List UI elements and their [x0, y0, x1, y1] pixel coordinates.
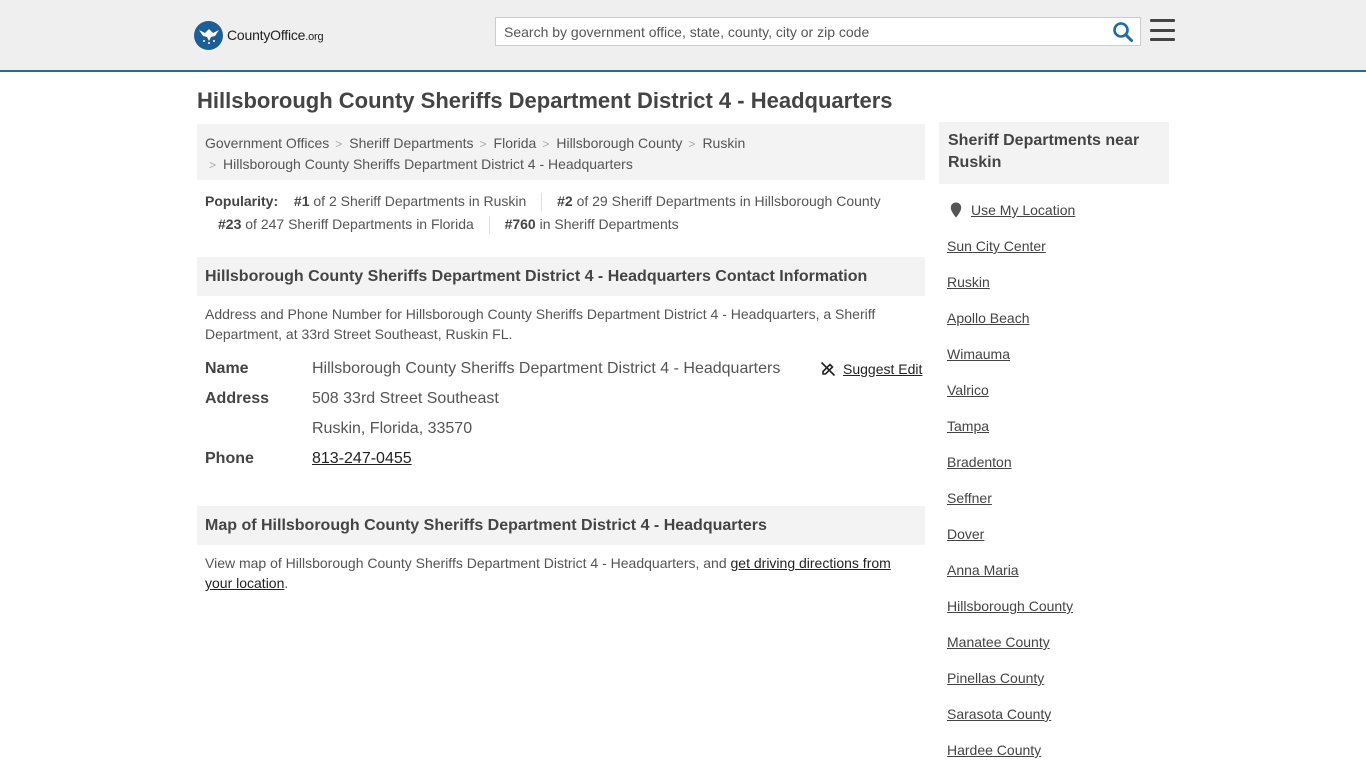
eagle-logo-icon — [194, 20, 223, 50]
sidebar-item-ruskin[interactable]: Ruskin — [947, 266, 990, 298]
phone-link[interactable]: 813-247-0455 — [312, 444, 412, 474]
breadcrumb-separator-icon: > — [209, 158, 217, 172]
breadcrumb-separator-icon: > — [688, 137, 696, 151]
sidebar-item-tampa[interactable]: Tampa — [947, 410, 989, 442]
sidebar-item-label: Apollo Beach — [947, 310, 1030, 326]
popularity-text: of 29 Sheriff Departments in Hillsboroug… — [572, 193, 881, 209]
sidebar-item-label: Bradenton — [947, 454, 1012, 470]
name-value: Hillsborough County Sheriffs Department … — [312, 360, 781, 377]
popularity-rank: #760 — [504, 216, 536, 232]
breadcrumb-separator-icon: > — [335, 137, 343, 151]
sidebar-item-label: Anna Maria — [947, 562, 1019, 578]
popularity-text: in Sheriff Departments — [535, 216, 679, 232]
logo-text-tld: .org — [305, 31, 324, 43]
menu-bar — [1150, 38, 1175, 41]
sidebar-item-manatee-county[interactable]: Manatee County — [947, 626, 1050, 658]
popularity-rank: #1 — [293, 193, 310, 209]
phone-label: Phone — [205, 450, 254, 467]
sidebar-item-label: Hardee County — [947, 742, 1042, 758]
popularity-text: of 2 Sheriff Departments in Ruskin — [309, 193, 527, 209]
suggest-edit-button[interactable]: Suggest Edit — [820, 356, 922, 382]
logo-text: CountyOffice.org — [227, 27, 324, 43]
breadcrumb-ruskin[interactable]: Ruskin — [702, 135, 745, 151]
popularity-text: of 247 Sheriff Departments in Florida — [241, 216, 474, 232]
sidebar-item-label: Manatee County — [947, 634, 1050, 650]
suggest-edit-label: Suggest Edit — [843, 361, 923, 377]
divider — [541, 193, 543, 212]
edit-off-icon — [820, 361, 836, 377]
hamburger-menu-icon[interactable] — [1150, 19, 1175, 41]
breadcrumb-government-offices[interactable]: Government Offices — [205, 135, 329, 151]
breadcrumb-florida[interactable]: Florida — [494, 135, 537, 151]
contact-heading: Hillsborough County Sheriffs Department … — [197, 257, 925, 296]
sidebar-item-hillsborough-county[interactable]: Hillsborough County — [947, 590, 1073, 622]
use-my-location-label: Use My Location — [971, 202, 1076, 218]
logo-text-main: CountyOffice — [227, 27, 306, 43]
map-description-text: View map of Hillsborough County Sheriffs… — [205, 555, 731, 571]
divider — [488, 216, 490, 235]
menu-bar — [1150, 19, 1175, 22]
popularity-item: #1 of 2 Sheriff Departments in Ruskin — [294, 190, 526, 213]
sidebar-item-sun-city-center[interactable]: Sun City Center — [947, 230, 1046, 262]
search-icon — [1113, 22, 1133, 42]
sidebar-item-anna-maria[interactable]: Anna Maria — [947, 554, 1019, 586]
sidebar-item-valrico[interactable]: Valrico — [947, 374, 989, 406]
name-label: Name — [205, 360, 249, 377]
use-my-location-button[interactable]: Use My Location — [947, 194, 1075, 226]
address-line-2: Ruskin, Florida, 33570 — [312, 420, 473, 437]
sidebar-item-hardee-county[interactable]: Hardee County — [947, 734, 1041, 766]
breadcrumb-hillsborough-county[interactable]: Hillsborough County — [556, 135, 682, 151]
breadcrumb: Government Offices > Sheriff Departments > F… — [197, 124, 925, 180]
map-heading: Map of Hillsborough County Sheriffs Depa… — [197, 506, 925, 545]
popularity-rank: #23 — [218, 216, 242, 232]
popularity-label: Popularity: — [205, 193, 279, 209]
sidebar-item-wimauma[interactable]: Wimauma — [947, 338, 1010, 370]
sidebar-item-label: Wimauma — [947, 346, 1011, 362]
popularity-item: #760 in Sheriff Departments — [505, 213, 679, 236]
popularity-section: Popularity: #1 of 2 Sheriff Departments … — [205, 190, 925, 236]
popularity-rank: #2 — [557, 193, 573, 209]
sidebar-item-label: Hillsborough County — [947, 598, 1074, 614]
sidebar-item-label: Valrico — [947, 382, 989, 398]
breadcrumb-separator-icon: > — [479, 137, 487, 151]
location-pin-icon — [950, 202, 962, 218]
sidebar-item-label: Ruskin — [947, 274, 990, 290]
address-label: Address — [205, 390, 270, 407]
contact-row-name: Name Hillsborough County Sheriffs Depart… — [205, 354, 925, 384]
site-header: CountyOffice.org — [0, 0, 1366, 72]
breadcrumb-sheriff-departments[interactable]: Sheriff Departments — [349, 135, 473, 151]
site-logo[interactable]: CountyOffice.org — [194, 20, 324, 50]
map-description: View map of Hillsborough County Sheriffs… — [205, 553, 917, 593]
sidebar-item-sarasota-county[interactable]: Sarasota County — [947, 698, 1051, 730]
sidebar-item-bradenton[interactable]: Bradenton — [947, 446, 1012, 478]
sidebar-item-label: Tampa — [947, 418, 990, 434]
menu-bar — [1150, 28, 1175, 32]
contact-description: Address and Phone Number for Hillsboroug… — [205, 306, 876, 342]
address-line-1: 508 33rd Street Southeast — [312, 390, 499, 407]
sidebar-item-apollo-beach[interactable]: Apollo Beach — [947, 302, 1030, 334]
page-title: Hillsborough County Sheriffs Department … — [197, 88, 893, 113]
sidebar-item-dover[interactable]: Dover — [947, 518, 984, 550]
popularity-item: #23 of 247 Sheriff Departments in Florid… — [218, 213, 474, 236]
breadcrumb-current: Hillsborough County Sheriffs Department … — [223, 156, 633, 172]
search-box — [495, 17, 1141, 46]
breadcrumb-separator-icon: > — [542, 137, 550, 151]
sidebar-item-label: Dover — [947, 526, 985, 542]
search-button[interactable] — [1112, 21, 1134, 43]
sidebar-item-pinellas-county[interactable]: Pinellas County — [947, 662, 1044, 694]
sidebar-item-label: Pinellas County — [947, 670, 1045, 686]
sidebar-item-seffner[interactable]: Seffner — [947, 482, 992, 514]
sidebar-item-label: Sarasota County — [947, 706, 1052, 722]
map-description-suffix: . — [284, 575, 289, 591]
sidebar-item-label: Sun City Center — [947, 238, 1046, 254]
sidebar-item-label: Seffner — [947, 490, 992, 506]
search-input[interactable] — [496, 18, 1096, 45]
popularity-item: #2 of 29 Sheriff Departments in Hillsbor… — [557, 190, 880, 213]
sidebar-heading: Sheriff Departments near Ruskin — [939, 122, 1169, 184]
